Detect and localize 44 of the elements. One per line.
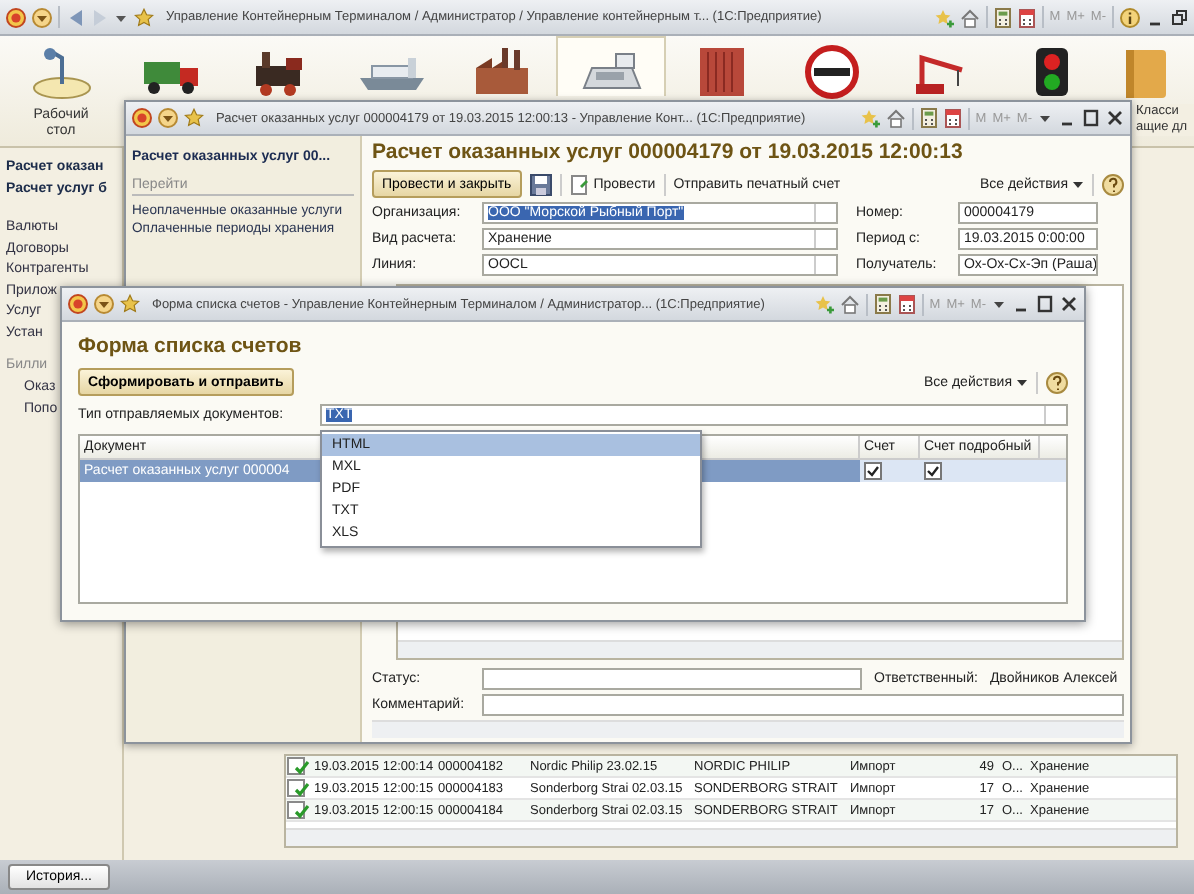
- star-icon[interactable]: [184, 108, 204, 128]
- document-post-icon: [569, 173, 590, 195]
- menu-icon[interactable]: [94, 294, 114, 314]
- close-icon[interactable]: [1060, 294, 1078, 314]
- home-icon[interactable]: [839, 294, 860, 314]
- info-icon[interactable]: [1120, 7, 1140, 27]
- calendar-icon[interactable]: [897, 294, 916, 314]
- horizontal-scrollbar[interactable]: [372, 720, 1124, 738]
- checkbox[interactable]: [924, 462, 942, 480]
- logo-icon[interactable]: [132, 108, 152, 128]
- home-icon[interactable]: [885, 108, 906, 128]
- maximize-icon[interactable]: [1082, 108, 1100, 128]
- favorite-add-icon[interactable]: [933, 7, 954, 27]
- status-field[interactable]: [482, 668, 862, 690]
- form-heading: Форма списка счетов: [78, 334, 304, 360]
- favorite-add-icon[interactable]: [859, 108, 880, 128]
- favorite-add-icon[interactable]: [813, 294, 834, 314]
- star-icon[interactable]: [134, 7, 154, 27]
- calculator-icon[interactable]: [873, 294, 892, 314]
- calculator-icon[interactable]: [993, 7, 1012, 27]
- close-icon[interactable]: [1106, 108, 1124, 128]
- horizontal-scrollbar[interactable]: [286, 828, 1176, 846]
- checkbox[interactable]: [864, 462, 882, 480]
- logo-icon[interactable]: [68, 294, 88, 314]
- star-icon[interactable]: [120, 294, 140, 314]
- help-icon[interactable]: [1102, 173, 1124, 195]
- section-tab[interactable]: [556, 36, 666, 96]
- horizontal-scrollbar[interactable]: [398, 640, 1122, 658]
- back-icon[interactable]: [66, 7, 84, 27]
- caret-icon[interactable]: [1016, 374, 1028, 390]
- menu-icon[interactable]: [158, 108, 178, 128]
- calculator-icon[interactable]: [919, 108, 938, 128]
- maximize-icon[interactable]: [1036, 294, 1054, 314]
- logo-icon[interactable]: [6, 7, 26, 27]
- menu-icon[interactable]: [32, 7, 52, 27]
- calendar-icon[interactable]: [1017, 7, 1036, 27]
- restore-icon[interactable]: [1170, 7, 1188, 27]
- caret-icon[interactable]: [1072, 176, 1084, 192]
- help-icon[interactable]: [1046, 371, 1068, 393]
- calendar-icon[interactable]: [943, 108, 962, 128]
- document-heading: Расчет оказанных услуг 000004179 от 19.03.2015 12:00:13: [372, 140, 965, 166]
- home-icon[interactable]: [959, 7, 980, 27]
- save-icon[interactable]: [529, 173, 552, 195]
- comment-field[interactable]: [482, 694, 1124, 716]
